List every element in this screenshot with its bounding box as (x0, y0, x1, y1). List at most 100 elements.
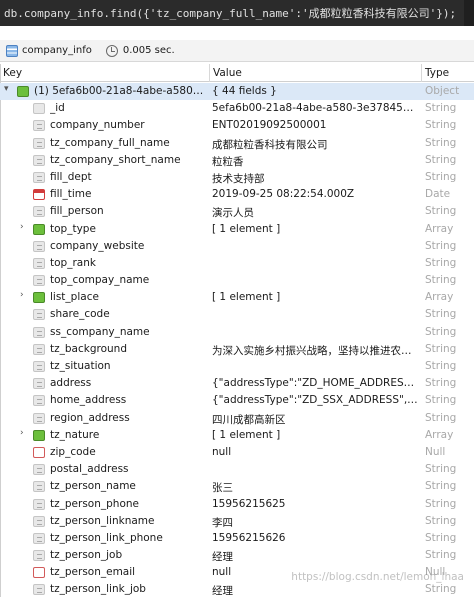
field-key: ss_company_name (50, 325, 150, 338)
field-value[interactable]: 成都粒粒香科技有限公司 (212, 137, 418, 152)
field-row[interactable]: fill_person 演示人员 String (0, 203, 474, 220)
field-value[interactable]: 粒粒香 (212, 154, 418, 169)
string-type-icon (33, 154, 45, 166)
query-text[interactable]: db.company_info.find({'tz_company_full_n… (4, 7, 456, 20)
field-value[interactable]: [ 1 element ] (212, 223, 418, 235)
date-type-icon (33, 189, 45, 201)
field-value[interactable]: 四川成都高新区 (212, 412, 418, 427)
field-row[interactable]: zip_code null Null (0, 444, 474, 461)
field-row[interactable]: › list_place [ 1 element ] Array (0, 289, 474, 306)
field-type: Object (425, 85, 460, 97)
field-value[interactable]: 为深入实施乡村振兴战略，坚持以推进农业供... (212, 343, 418, 358)
field-type: String (425, 549, 457, 562)
field-value[interactable]: 经理 (212, 549, 418, 564)
field-row[interactable]: home_address {"addressType":"ZD_SSX_ADDRE… (0, 392, 474, 409)
field-row[interactable]: tz_person_linkname 李四 String (0, 513, 474, 530)
field-row[interactable]: tz_person_name 张三 String (0, 478, 474, 495)
field-value[interactable]: {"addressType":"ZD_SSX_ADDRESS","prov... (212, 394, 418, 406)
string-type-icon (33, 275, 45, 287)
field-value[interactable]: 2019-09-25 08:22:54.000Z (212, 188, 418, 200)
column-divider[interactable] (421, 64, 422, 82)
field-value[interactable]: { 44 fields } (212, 85, 418, 97)
column-header-type[interactable]: Type (425, 67, 449, 79)
field-type: String (425, 119, 457, 132)
field-row[interactable]: address {"addressType":"ZD_HOME_ADDRESS",… (0, 375, 474, 392)
field-row[interactable]: fill_dept 技术支持部 String (0, 169, 474, 186)
field-row[interactable]: › top_type [ 1 element ] Array (0, 221, 474, 238)
field-row[interactable]: postal_address String (0, 461, 474, 478)
collection-name: company_info (22, 45, 92, 56)
field-row[interactable]: tz_person_link_job 经理 String (0, 581, 474, 598)
field-value[interactable]: 15956215625 (212, 498, 418, 510)
field-type: Date (425, 188, 451, 201)
expand-toggle-icon[interactable]: › (20, 428, 24, 438)
field-key: tz_person_link_phone (50, 531, 163, 544)
field-row[interactable]: _id 5efa6b00-21a8-4abe-a580-3e378458f9c3 S… (0, 100, 474, 117)
field-type: String (425, 170, 457, 183)
field-row[interactable]: share_code String (0, 306, 474, 323)
field-row[interactable]: tz_company_full_name 成都粒粒香科技有限公司 String (0, 135, 474, 152)
field-value[interactable]: {"addressType":"ZD_HOME_ADDRESS","pr... (212, 377, 418, 389)
column-header-value[interactable]: Value (213, 67, 242, 79)
field-key: tz_person_phone (50, 497, 139, 510)
field-key: tz_company_full_name (50, 136, 170, 149)
field-row[interactable]: ss_company_name String (0, 324, 474, 341)
field-key: list_place (50, 291, 99, 304)
field-key: company_number (50, 119, 145, 132)
document-row[interactable]: ▾ (1) 5efa6b00-21a8-4abe-a580-3e3... { 44 … (0, 83, 474, 101)
field-value[interactable]: 张三 (212, 480, 418, 495)
column-divider[interactable] (209, 64, 210, 82)
field-type: String (425, 583, 457, 596)
field-value[interactable]: null (212, 446, 418, 458)
field-type: String (425, 239, 457, 252)
field-value[interactable]: [ 1 element ] (212, 429, 418, 441)
field-row[interactable]: tz_person_link_phone 15956215626 String (0, 530, 474, 547)
field-row[interactable]: fill_time 2019-09-25 08:22:54.000Z Date (0, 186, 474, 203)
field-key: fill_dept (50, 170, 92, 183)
field-value[interactable]: 技术支持部 (212, 171, 418, 186)
null-type-icon (33, 567, 45, 579)
field-key: address (50, 377, 92, 390)
field-value[interactable]: 李四 (212, 515, 418, 530)
watermark: https://blog.csdn.net/lemon_lhaa (291, 571, 464, 583)
field-type: String (425, 377, 457, 390)
string-type-icon (33, 498, 45, 510)
field-key: tz_nature (50, 428, 100, 441)
query-scrollbar[interactable] (464, 0, 474, 26)
field-value[interactable]: [ 1 element ] (212, 291, 418, 303)
field-type: Null (425, 445, 446, 458)
field-value[interactable]: 15956215626 (212, 532, 418, 544)
field-value[interactable]: 演示人员 (212, 205, 418, 220)
field-type: String (425, 360, 457, 372)
field-value[interactable]: ENT02019092500001 (212, 119, 418, 131)
field-row[interactable]: region_address 四川成都高新区 String (0, 410, 474, 427)
collapse-toggle-icon[interactable]: ▾ (4, 84, 9, 94)
field-row[interactable]: › tz_nature [ 1 element ] Array (0, 427, 474, 444)
field-row[interactable]: top_compay_name String (0, 272, 474, 289)
field-row[interactable]: tz_situation String (0, 358, 474, 375)
field-key: tz_company_short_name (50, 153, 181, 166)
field-row[interactable]: tz_background 为深入实施乡村振兴战略，坚持以推进农业供... Stri… (0, 341, 474, 358)
field-row[interactable]: top_rank String (0, 255, 474, 272)
field-row[interactable]: tz_person_phone 15956215625 String (0, 496, 474, 513)
field-row[interactable]: tz_person_job 经理 String (0, 547, 474, 564)
field-type: String (425, 274, 457, 287)
string-type-icon (33, 171, 45, 183)
query-editor[interactable]: db.company_info.find({'tz_company_full_n… (0, 0, 474, 26)
string-type-icon (33, 137, 45, 149)
expand-toggle-icon[interactable]: › (20, 290, 24, 300)
expand-toggle-icon[interactable]: › (20, 222, 24, 232)
column-header-key[interactable]: Key (3, 67, 22, 79)
field-value[interactable]: 经理 (212, 583, 418, 598)
field-row[interactable]: company_website String (0, 238, 474, 255)
field-key: (1) 5efa6b00-21a8-4abe-a580-3e3... (34, 85, 205, 97)
field-key: tz_person_job (50, 549, 123, 562)
string-type-icon (33, 309, 45, 321)
field-value[interactable]: 5efa6b00-21a8-4abe-a580-3e378458f9c3 (212, 102, 418, 114)
field-row[interactable]: company_number ENT02019092500001 String (0, 117, 474, 134)
collection-icon (6, 44, 18, 57)
field-key: fill_time (50, 188, 92, 201)
string-type-icon (33, 240, 45, 252)
string-type-icon (33, 120, 45, 132)
field-row[interactable]: tz_company_short_name 粒粒香 String (0, 152, 474, 169)
